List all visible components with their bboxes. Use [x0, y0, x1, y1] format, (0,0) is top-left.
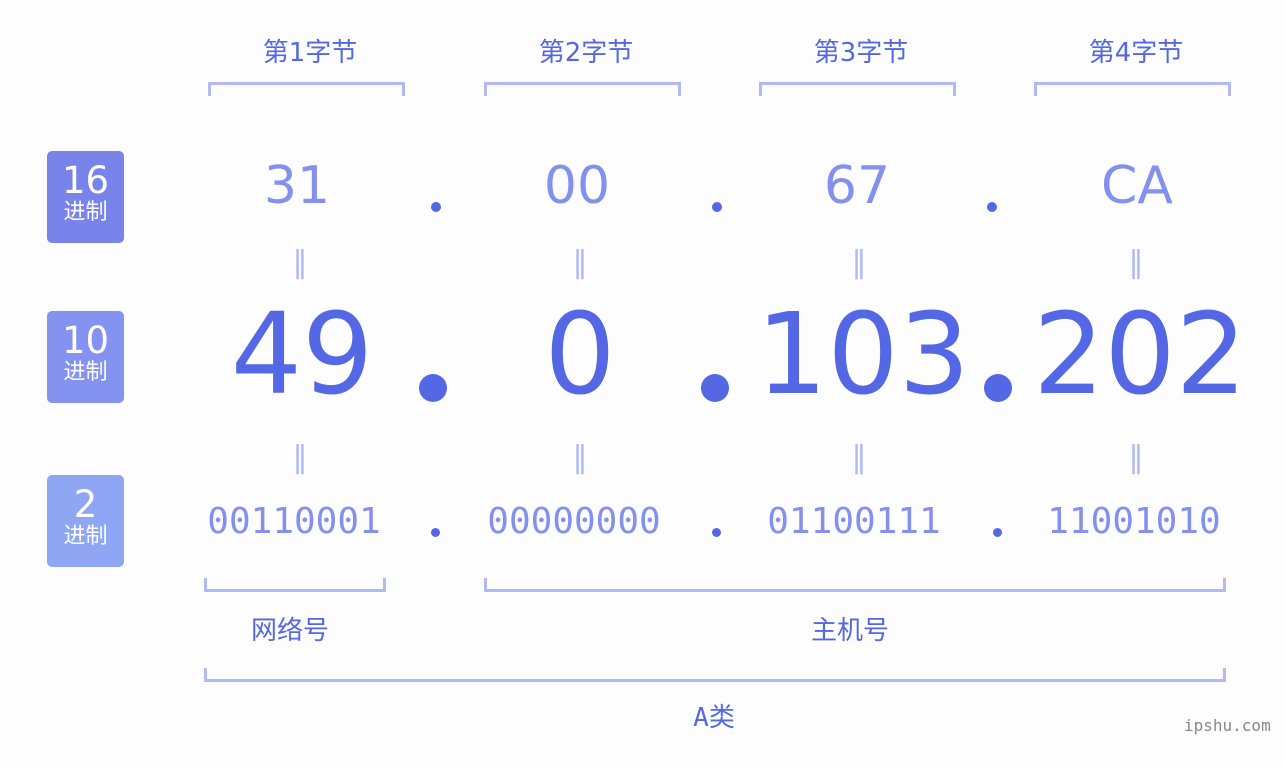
- equals-icon: ‖: [292, 440, 308, 475]
- hex-byte-3: 67: [823, 156, 891, 216]
- dec-byte-1: 49: [230, 290, 374, 420]
- bin-byte-4: 11001010: [1047, 501, 1221, 542]
- dec-badge-number: 10: [61, 319, 110, 362]
- hex-byte-4: CA: [1101, 156, 1173, 216]
- equals-icon: ‖: [572, 440, 588, 475]
- hex-separator-dot: [987, 202, 997, 212]
- dec-separator-dot: [419, 374, 447, 402]
- byte-1-title: 第1字节: [262, 38, 358, 68]
- byte-3-title: 第3字节: [813, 38, 909, 68]
- bin-badge-unit: 进制: [63, 524, 108, 549]
- bin-badge-number: 2: [73, 483, 98, 526]
- bin-badge: 2 进制: [47, 475, 124, 567]
- bin-separator-dot: [431, 528, 440, 537]
- byte-1-bracket: [208, 82, 405, 96]
- class-label: A类: [693, 703, 735, 733]
- equals-icon: ‖: [851, 440, 867, 475]
- watermark: ipshu.com: [1184, 716, 1271, 735]
- hex-badge: 16 进制: [47, 151, 124, 243]
- byte-4-bracket: [1034, 82, 1231, 96]
- byte-2-title: 第2字节: [538, 38, 634, 68]
- equals-icon: ‖: [1128, 245, 1144, 280]
- host-label: 主机号: [810, 616, 889, 646]
- network-label: 网络号: [250, 616, 329, 646]
- dec-separator-dot: [984, 374, 1012, 402]
- bin-separator-dot: [993, 528, 1002, 537]
- byte-4-title: 第4字节: [1088, 38, 1184, 68]
- bin-separator-dot: [712, 528, 721, 537]
- equals-icon: ‖: [1128, 440, 1144, 475]
- equals-icon: ‖: [572, 245, 588, 280]
- equals-icon: ‖: [292, 245, 308, 280]
- class-bracket: [204, 668, 1226, 682]
- hex-separator-dot: [431, 202, 441, 212]
- dec-byte-2: 0: [544, 290, 616, 420]
- dec-byte-3: 103: [756, 290, 970, 420]
- byte-3-bracket: [759, 82, 956, 96]
- dec-byte-4: 202: [1033, 290, 1247, 420]
- hex-byte-1: 31: [263, 156, 331, 216]
- hex-byte-2: 00: [543, 156, 611, 216]
- bin-byte-2: 00000000: [487, 501, 661, 542]
- dec-badge-unit: 进制: [63, 360, 108, 385]
- bin-byte-1: 00110001: [207, 501, 381, 542]
- host-bracket: [484, 578, 1226, 592]
- equals-icon: ‖: [851, 245, 867, 280]
- hex-separator-dot: [712, 202, 722, 212]
- bin-byte-3: 01100111: [767, 501, 941, 542]
- hex-badge-unit: 进制: [63, 200, 108, 225]
- byte-2-bracket: [484, 82, 681, 96]
- dec-separator-dot: [701, 374, 729, 402]
- dec-badge: 10 进制: [47, 311, 124, 403]
- network-bracket: [204, 578, 386, 592]
- hex-badge-number: 16: [61, 159, 110, 202]
